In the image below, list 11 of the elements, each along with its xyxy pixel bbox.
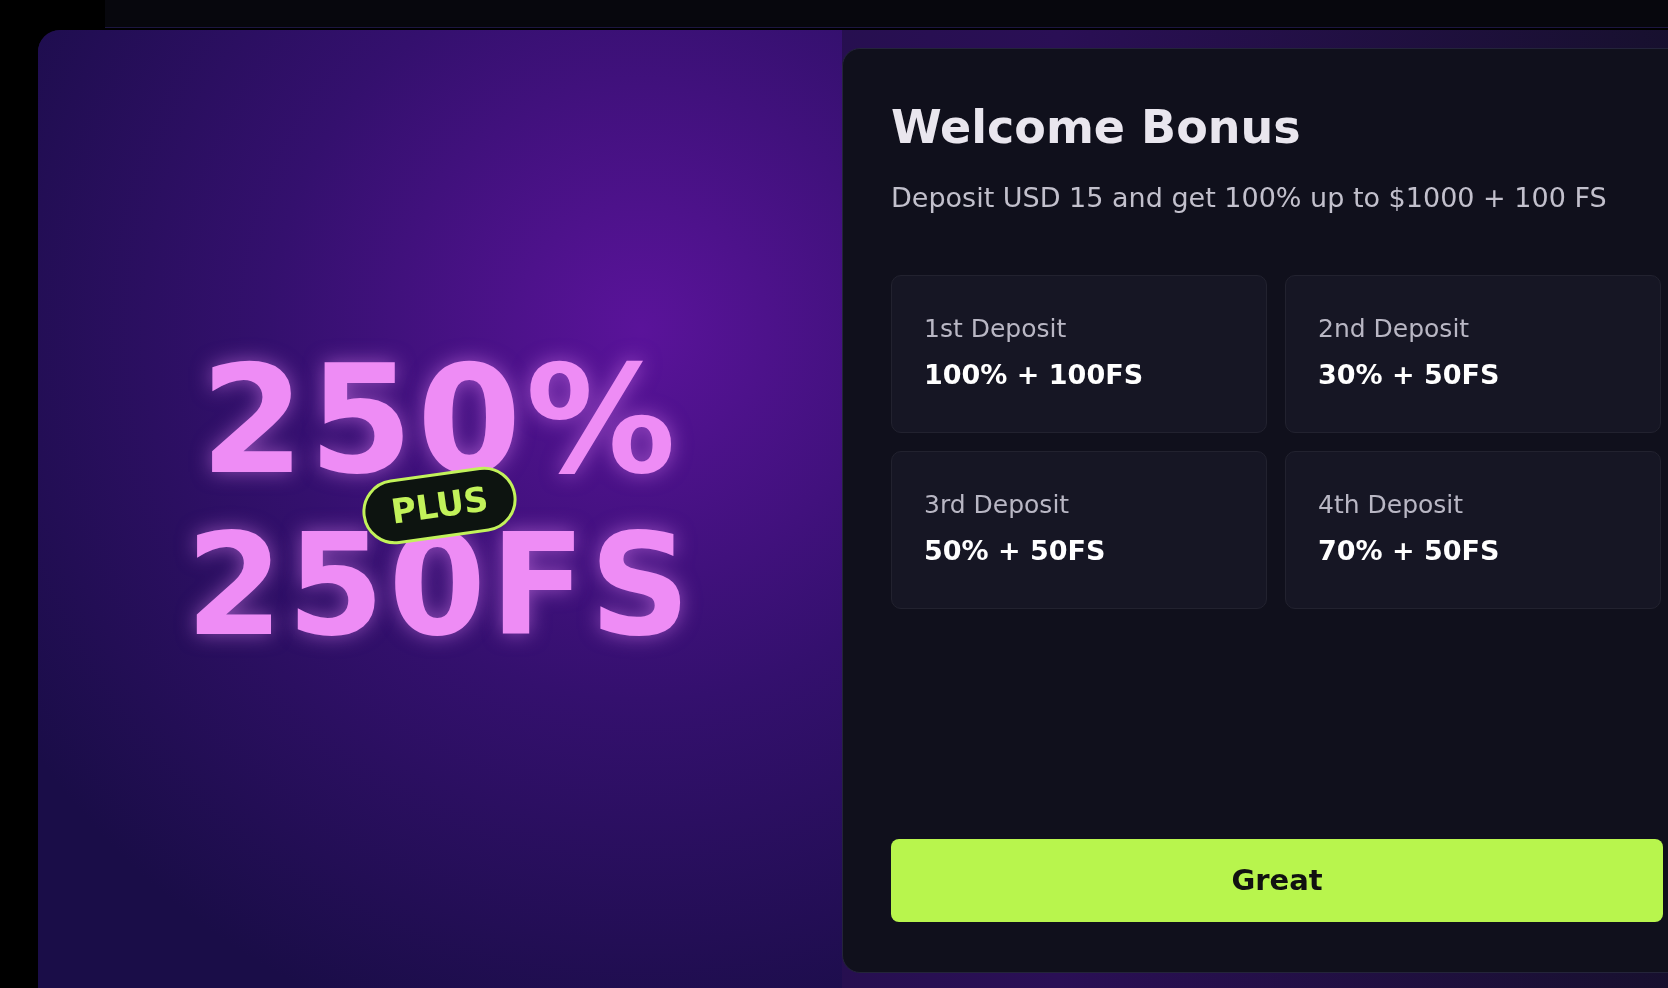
deposit-value: 70% + 50FS bbox=[1318, 534, 1501, 568]
deposit-value: 50% + 50FS bbox=[924, 534, 1107, 568]
bonus-subtitle: Deposit USD 15 and get 100% up to $1000 + 100 FS bbox=[891, 181, 1608, 215]
deposit-label: 3rd Deposit bbox=[924, 488, 1071, 521]
deposit-value: 100% + 100FS bbox=[924, 358, 1145, 392]
deposit-value: 30% + 50FS bbox=[1318, 358, 1501, 392]
bonus-title: Welcome Bonus bbox=[891, 99, 1302, 156]
deposit-label: 2nd Deposit bbox=[1318, 312, 1471, 345]
deposit-label: 1st Deposit bbox=[924, 312, 1068, 345]
great-button[interactable]: Great bbox=[891, 839, 1663, 922]
deposit-label: 4th Deposit bbox=[1318, 488, 1465, 521]
